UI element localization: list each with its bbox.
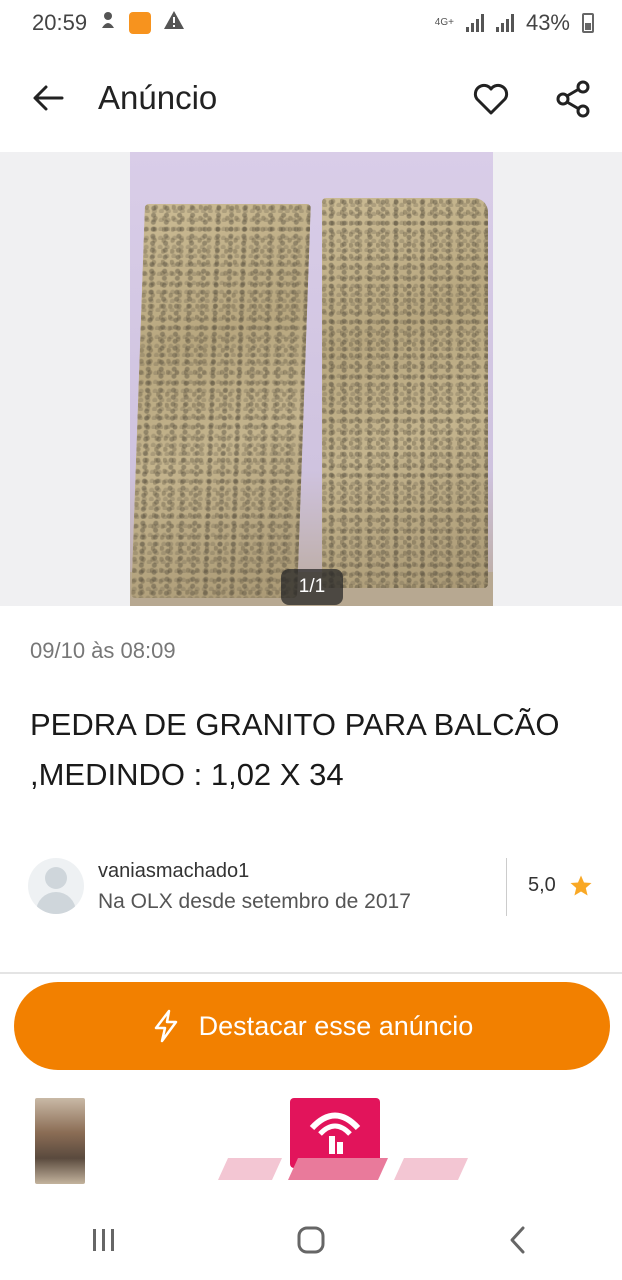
highlight-ad-button[interactable]: Destacar esse anúncio xyxy=(14,982,610,1070)
share-icon[interactable] xyxy=(552,78,594,120)
lightning-icon xyxy=(151,1009,181,1043)
ad-title: PEDRA DE GRANITO PARA BALCÃO ,MEDINDO : … xyxy=(30,707,560,792)
back-arrow-icon[interactable] xyxy=(28,78,68,118)
app-bar: Anúncio xyxy=(0,52,622,144)
status-time: 20:59 xyxy=(32,10,88,35)
avatar-body xyxy=(36,892,76,914)
warning-icon xyxy=(163,10,185,36)
notification-icon xyxy=(99,10,117,36)
photo-counter: 1/1 xyxy=(281,569,343,605)
ad-date: 09/10 às 08:09 xyxy=(30,638,176,663)
photo-gallery[interactable] xyxy=(0,152,622,606)
listing-photo[interactable] xyxy=(130,152,493,606)
status-right: 4G+ 43% xyxy=(435,10,594,36)
highlight-ad-label: Destacar esse anúncio xyxy=(198,1010,474,1041)
seller-name[interactable]: vaniasmachado1 xyxy=(98,860,249,883)
recent-apps-icon[interactable] xyxy=(84,1220,124,1260)
seller-rating: 5,0 xyxy=(528,874,556,896)
status-bar: 20:59 4G+ 43% xyxy=(0,0,622,46)
divider xyxy=(506,858,507,916)
heart-icon[interactable] xyxy=(470,78,512,120)
seller-card[interactable]: vaniasmachado1 Na OLX desde setembro de … xyxy=(0,850,622,926)
advertisement-banner[interactable] xyxy=(0,1086,622,1196)
page-title: Anúncio xyxy=(98,79,218,116)
star-icon xyxy=(569,874,593,898)
network-label: 4G+ xyxy=(434,17,454,28)
avatar[interactable] xyxy=(28,858,84,914)
back-nav-icon[interactable] xyxy=(498,1220,538,1260)
status-left: 20:59 xyxy=(32,10,185,36)
battery-icon xyxy=(582,13,594,33)
signal-icon-2 xyxy=(495,14,514,32)
ad-decoration xyxy=(210,1156,472,1182)
granite-slab-right xyxy=(322,198,488,588)
signal-icon xyxy=(465,14,484,32)
system-nav-bar xyxy=(0,1200,622,1280)
ad-thumbnail[interactable] xyxy=(35,1098,85,1184)
app-notification-icon xyxy=(129,12,152,34)
seller-since: Na OLX desde setembro de 2017 xyxy=(98,890,411,913)
granite-slab-left xyxy=(131,204,311,598)
section-divider xyxy=(0,972,622,974)
avatar-head xyxy=(45,867,67,889)
home-icon[interactable] xyxy=(291,1220,331,1260)
battery-percent: 43% xyxy=(525,10,570,35)
